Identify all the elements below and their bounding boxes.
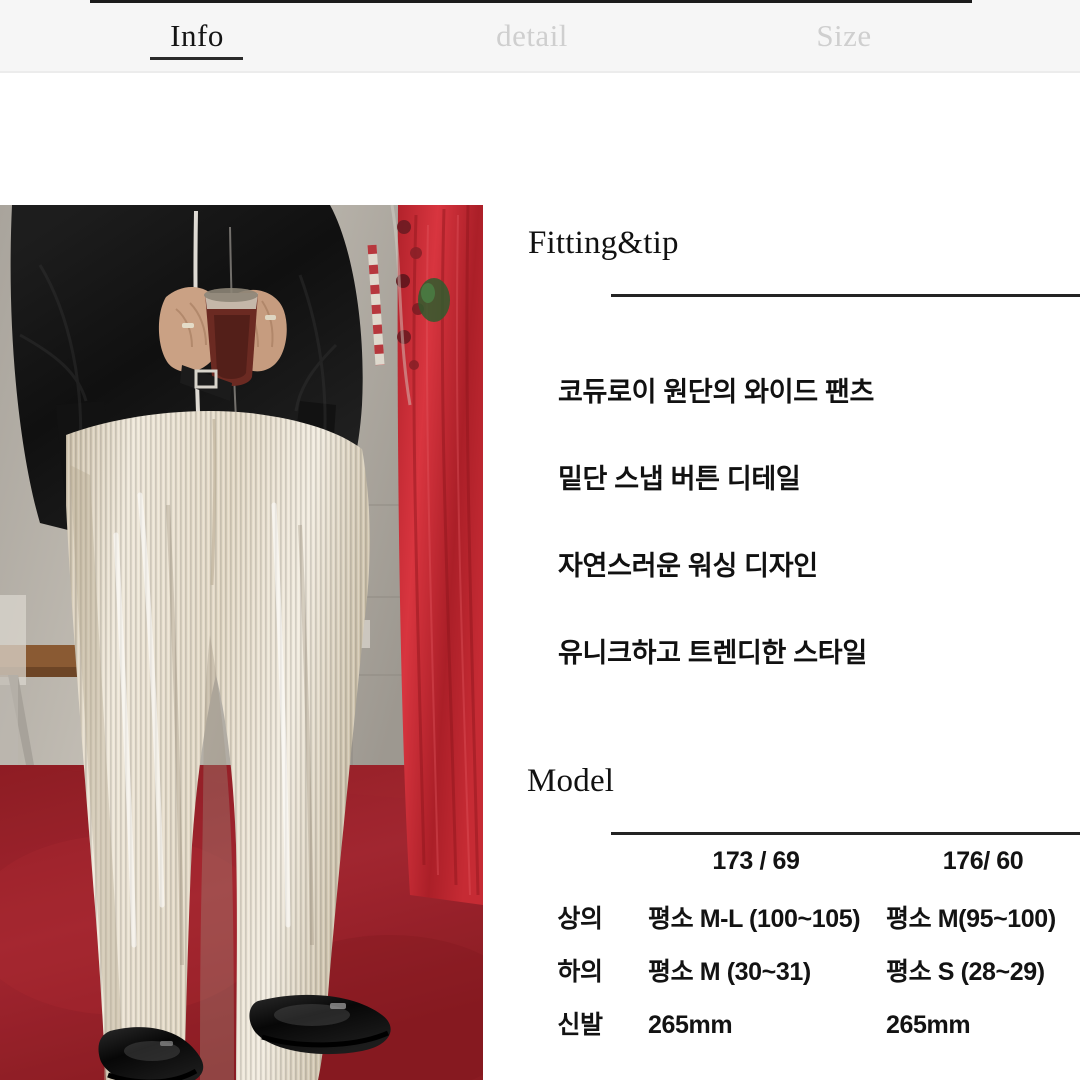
row-label-top: 상의 <box>557 905 603 933</box>
row-bottom-model2: 평소 S (28~29) <box>886 958 1045 986</box>
model-divider <box>611 832 1080 835</box>
tab-info[interactable]: Info <box>118 14 276 58</box>
row-shoes-model1: 265mm <box>648 1011 733 1039</box>
fitting-bullet-4: 유니크하고 트렌디한 스타일 <box>558 638 867 668</box>
row-top-model2: 평소 M(95~100) <box>886 905 1056 933</box>
fitting-bullet-3: 자연스러운 워싱 디자인 <box>558 551 818 581</box>
product-photo-graphic <box>0 205 483 1080</box>
tab-bar: Info detail Size <box>0 0 1080 73</box>
model-size-table: 173 / 69 176/ 60 상의 평소 M-L (100~105) 평소 … <box>483 845 1080 1062</box>
table-row: 상의 평소 M-L (100~105) 평소 M(95~100) <box>483 903 1080 956</box>
tab-size[interactable]: Size <box>762 14 926 58</box>
tab-detail[interactable]: detail <box>432 14 632 58</box>
product-detail-page: Info detail Size Fitting&tip 코듀로이 원단의 와이… <box>0 0 1080 1080</box>
info-content-panel: Fitting&tip 코듀로이 원단의 와이드 팬츠 밑단 스냅 버튼 디테일… <box>483 205 1080 1080</box>
table-row: 신발 265mm 265mm <box>483 1009 1080 1062</box>
fitting-tip-divider <box>611 294 1080 297</box>
fitting-tip-heading: Fitting&tip <box>528 225 679 261</box>
row-label-shoes: 신발 <box>557 1011 603 1039</box>
active-tab-underline <box>150 57 243 60</box>
product-photo[interactable] <box>0 205 483 1080</box>
fitting-bullet-2: 밑단 스냅 버튼 디테일 <box>558 464 801 494</box>
tab-bar-bottom-divider <box>0 71 1080 73</box>
tab-bar-top-divider <box>90 0 972 3</box>
model-heading: Model <box>527 763 615 799</box>
row-label-bottom: 하의 <box>557 958 603 986</box>
fitting-bullet-1: 코듀로이 원단의 와이드 팬츠 <box>558 377 875 407</box>
table-header-row: 173 / 69 176/ 60 <box>483 845 1080 903</box>
model-header-col1: 173 / 69 <box>712 847 800 875</box>
model-header-col2: 176/ 60 <box>942 847 1024 875</box>
table-row: 하의 평소 M (30~31) 평소 S (28~29) <box>483 956 1080 1009</box>
row-top-model1: 평소 M-L (100~105) <box>648 905 861 933</box>
row-bottom-model1: 평소 M (30~31) <box>648 958 811 986</box>
row-shoes-model2: 265mm <box>886 1011 971 1039</box>
